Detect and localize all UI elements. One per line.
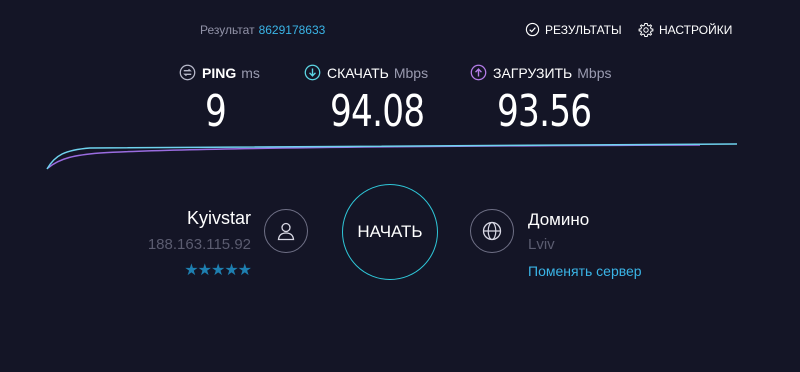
globe-icon	[482, 221, 502, 241]
isp-rating-stars[interactable]: ★★★★★	[184, 260, 252, 280]
isp-name: Kyivstar	[186, 208, 251, 228]
server-location: Lviv	[528, 236, 555, 253]
upload-graph-line	[47, 144, 701, 169]
user-icon	[264, 209, 308, 253]
isp-ip: 188.163.115.92	[147, 236, 251, 253]
download-graph-line	[46, 143, 738, 170]
server-name: Домино	[528, 210, 590, 229]
change-server-link[interactable]: Поменять сервер	[528, 263, 642, 279]
start-test-button[interactable]: НАЧАТЬ	[342, 184, 438, 280]
speedtest-app: Результат 8629178633 РЕЗУЛЬТАТЫ НАСТРОЙКИ…	[0, 0, 800, 372]
person-icon	[277, 222, 295, 241]
start-test-label: НАЧАТЬ	[357, 222, 423, 241]
server-icon	[470, 209, 514, 253]
